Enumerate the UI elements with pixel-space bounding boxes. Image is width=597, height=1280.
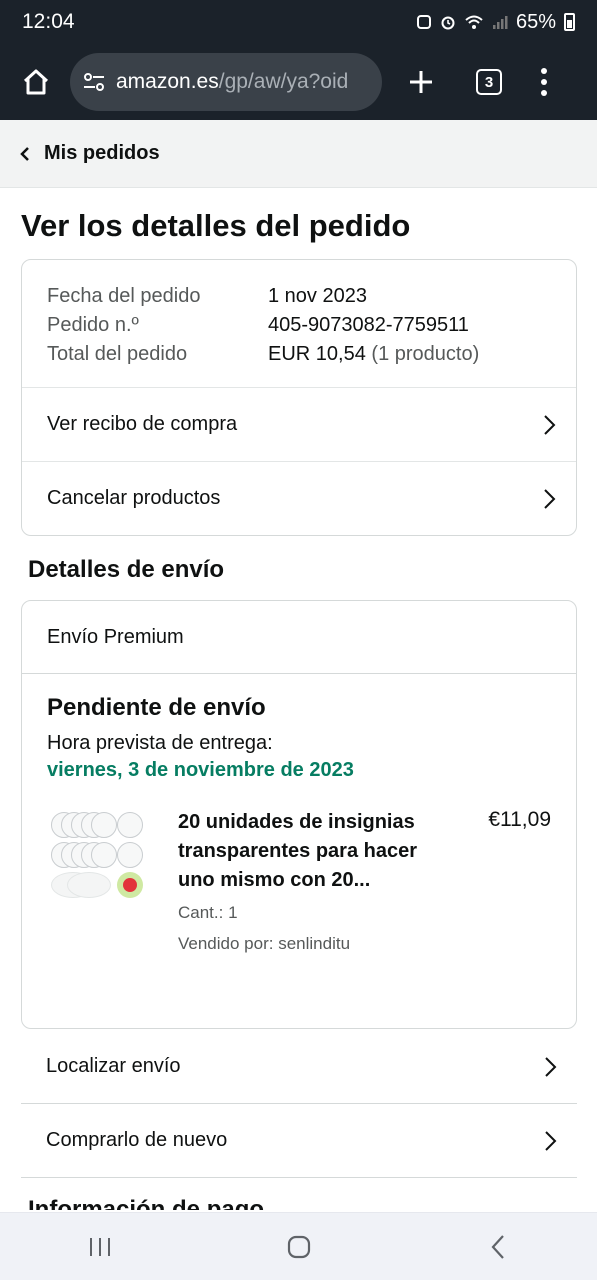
home-circle-icon: [287, 1235, 310, 1258]
order-total-amount: EUR 10,54: [268, 343, 366, 365]
tab-switcher-button[interactable]: 3: [476, 69, 502, 95]
recent-apps-button[interactable]: [70, 1227, 130, 1267]
order-total-value: EUR 10,54 (1 producto): [268, 340, 479, 369]
track-shipment-link[interactable]: Localizar envío: [21, 1030, 577, 1104]
chevron-right-icon: [544, 414, 556, 435]
chevron-right-icon: [545, 1056, 557, 1077]
recycle-icon: [416, 15, 431, 29]
order-summary-card: Fecha del pedido 1 nov 2023 Pedido n.º 4…: [21, 259, 577, 536]
battery-percent: 65%: [515, 10, 556, 33]
shipment-status: Pendiente de envío: [47, 694, 266, 721]
status-time: 12:04: [22, 10, 75, 33]
track-shipment-label: Localizar envío: [46, 1055, 181, 1077]
order-summary-rows: Fecha del pedido 1 nov 2023 Pedido n.º 4…: [22, 260, 576, 387]
badge-shape: [91, 842, 117, 868]
chevron-right-icon: [545, 1130, 557, 1151]
payment-info-heading: Información de pago: [28, 1196, 265, 1210]
order-number-row: Pedido n.º 405-9073082-7759511: [47, 311, 551, 340]
order-date-label: Fecha del pedido: [47, 285, 201, 307]
site-settings-icon: [84, 73, 104, 91]
status-bar: 12:04 65%: [0, 0, 597, 44]
apple-sticker-icon: [117, 872, 143, 898]
badge-shape: [67, 872, 111, 898]
buy-again-link[interactable]: Comprarlo de nuevo: [21, 1104, 577, 1178]
signal-icon: [492, 16, 508, 29]
order-date-row: Fecha del pedido 1 nov 2023: [47, 282, 551, 311]
view-receipt-link[interactable]: Ver recibo de compra: [22, 387, 576, 461]
badge-shape: [91, 812, 117, 838]
product-image[interactable]: [47, 808, 149, 914]
wifi-icon: [465, 15, 483, 29]
order-number-label: Pedido n.º: [47, 314, 139, 336]
home-button[interactable]: [14, 60, 58, 104]
browser-chrome: 12:04 65% amazon.es/gp/aw/ya?oid 3: [0, 0, 597, 120]
breadcrumb[interactable]: Mis pedidos: [0, 120, 597, 188]
back-nav-button[interactable]: [468, 1227, 528, 1267]
url-bar[interactable]: amazon.es/gp/aw/ya?oid: [70, 53, 382, 111]
product-seller: Vendido por: senlinditu: [178, 934, 351, 953]
home-nav-button[interactable]: [269, 1227, 329, 1267]
back-icon: [491, 1234, 504, 1259]
page-title: Ver los detalles del pedido: [21, 208, 411, 243]
delivery-eta-date: viernes, 3 de noviembre de 2023: [47, 759, 354, 781]
order-total-row: Total del pedido EUR 10,54 (1 producto): [47, 340, 551, 369]
product-price: €11,09: [488, 808, 551, 831]
url-text: amazon.es/gp/aw/ya?oid: [116, 70, 348, 94]
cancel-products-label: Cancelar productos: [47, 487, 221, 509]
order-total-label: Total del pedido: [47, 343, 188, 365]
shipment-body: Pendiente de envío Hora prevista de entr…: [22, 674, 576, 954]
alarm-icon: [441, 16, 455, 30]
battery-icon: [564, 13, 575, 31]
cancel-products-link[interactable]: Cancelar productos: [22, 461, 576, 535]
breadcrumb-label: Mis pedidos: [44, 142, 160, 164]
url-domain: amazon.es: [116, 70, 219, 93]
chevron-left-icon: [20, 146, 29, 161]
home-icon: [23, 69, 49, 95]
status-icons: 65%: [416, 11, 575, 34]
shipping-method: Envío Premium: [22, 601, 576, 674]
system-nav-bar: [0, 1212, 597, 1280]
product-quantity: Cant.: 1: [178, 903, 238, 922]
url-path: /gp/aw/ya?oid: [218, 70, 349, 93]
order-total-count: (1 producto): [371, 343, 480, 365]
item-info: 20 unidades de insignias transparentes p…: [178, 808, 428, 954]
delivery-eta-label: Hora prevista de entrega:: [47, 732, 273, 754]
view-receipt-label: Ver recibo de compra: [47, 413, 238, 435]
badge-shape: [117, 842, 143, 868]
shipping-section-title: Detalles de envío: [28, 556, 225, 583]
chevron-right-icon: [544, 488, 556, 509]
badge-shape: [117, 812, 143, 838]
shipment-card: Envío Premium Pendiente de envío Hora pr…: [21, 600, 577, 1029]
plus-icon: [410, 71, 432, 93]
recent-apps-icon: [89, 1237, 110, 1256]
order-number-value: 405-9073082-7759511: [268, 314, 469, 336]
order-date-value: 1 nov 2023: [268, 285, 367, 307]
order-item: 20 unidades de insignias transparentes p…: [47, 808, 551, 954]
buy-again-label: Comprarlo de nuevo: [46, 1129, 228, 1151]
new-tab-button[interactable]: [404, 65, 438, 99]
browser-toolbar: amazon.es/gp/aw/ya?oid 3: [0, 44, 597, 120]
product-title[interactable]: 20 unidades de insignias transparentes p…: [178, 808, 428, 895]
browser-menu-button[interactable]: [540, 68, 548, 96]
